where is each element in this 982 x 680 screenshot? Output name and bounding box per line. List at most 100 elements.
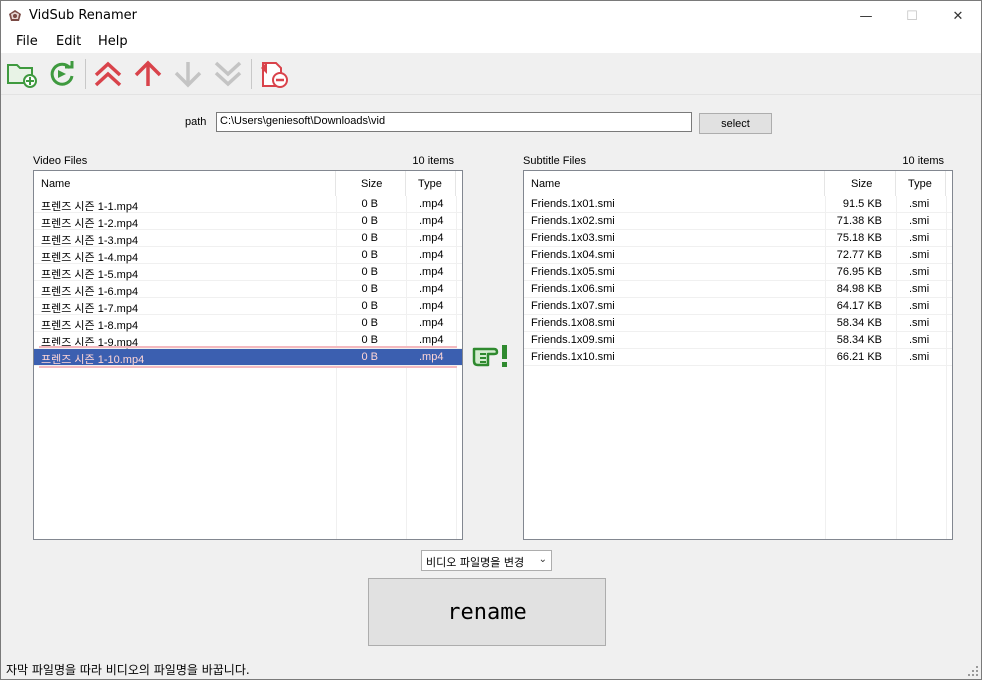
path-label: path <box>185 116 207 128</box>
file-name-cell: 프렌즈 시즌 1-2.mp4 <box>41 218 139 230</box>
file-size-cell: 0 B <box>361 300 378 312</box>
column-header-name[interactable]: Name <box>34 171 336 196</box>
table-row[interactable]: Friends.1x09.smi 58.34 KB .smi <box>524 332 952 349</box>
move-down-button[interactable] <box>171 57 205 91</box>
subtitle-files-count: 10 items <box>902 155 944 167</box>
table-row[interactable]: Friends.1x05.smi 76.95 KB .smi <box>524 264 952 281</box>
menu-edit[interactable]: Edit <box>56 34 81 49</box>
table-row[interactable]: 프렌즈 시즌 1-1.mp4 0 B .mp4 <box>34 196 462 213</box>
move-down-icon <box>174 62 202 88</box>
file-type-cell: .smi <box>909 266 930 278</box>
table-row[interactable]: 프렌즈 시즌 1-6.mp4 0 B .mp4 <box>34 281 462 298</box>
refresh-icon <box>50 61 74 86</box>
maximize-button[interactable]: ☐ <box>889 1 935 31</box>
file-type-cell: .mp4 <box>419 232 444 244</box>
menu-help[interactable]: Help <box>98 34 128 49</box>
file-type-cell: .mp4 <box>419 351 444 363</box>
column-header-type[interactable]: Type <box>896 171 946 196</box>
remove-item-icon <box>261 62 288 88</box>
file-type-cell: .smi <box>909 215 930 227</box>
file-size-cell: 0 B <box>361 334 378 346</box>
file-size-cell: 66.21 KB <box>836 351 882 363</box>
file-name-cell: Friends.1x06.smi <box>531 283 615 295</box>
file-size-cell: 0 B <box>361 351 378 363</box>
file-size-cell: 71.38 KB <box>836 215 882 227</box>
table-row[interactable]: 프렌즈 시즌 1-3.mp4 0 B .mp4 <box>34 230 462 247</box>
file-name-cell: Friends.1x04.smi <box>531 249 615 261</box>
move-bottom-icon <box>214 61 242 87</box>
rename-button[interactable]: rename <box>368 578 606 646</box>
open-folder-button[interactable] <box>5 57 39 91</box>
rename-mode-dropdown[interactable]: 비디오 파일명을 변경 ⌄ <box>421 550 552 571</box>
refresh-button[interactable] <box>45 57 79 91</box>
table-row[interactable]: Friends.1x03.smi 75.18 KB .smi <box>524 230 952 247</box>
file-type-cell: .smi <box>909 300 930 312</box>
file-type-cell: .smi <box>909 283 930 295</box>
table-row[interactable]: 프렌즈 시즌 1-10.mp4 0 B .mp4 <box>34 346 462 368</box>
file-name-cell: 프렌즈 시즌 1-5.mp4 <box>41 269 139 281</box>
table-row[interactable]: Friends.1x06.smi 84.98 KB .smi <box>524 281 952 298</box>
table-row[interactable]: 프렌즈 시즌 1-7.mp4 0 B .mp4 <box>34 298 462 315</box>
file-name-cell: 프렌즈 시즌 1-3.mp4 <box>41 235 139 247</box>
file-size-cell: 76.95 KB <box>836 266 882 278</box>
subtitle-file-list[interactable]: Name Size Type Friends.1x01.smi 91.5 KB .s… <box>523 170 953 540</box>
video-file-list[interactable]: Name Size Type 프렌즈 시즌 1-1.mp4 0 B .mp4 프렌즈 … <box>33 170 463 540</box>
file-size-cell: 0 B <box>361 249 378 261</box>
table-row[interactable]: 프렌즈 시즌 1-2.mp4 0 B .mp4 <box>34 213 462 230</box>
file-name-cell: Friends.1x08.smi <box>531 317 615 329</box>
path-input[interactable]: C:\Users\geniesoft\Downloads\vid <box>216 112 692 132</box>
table-row[interactable]: Friends.1x08.smi 58.34 KB .smi <box>524 315 952 332</box>
close-button[interactable]: ✕ <box>935 1 981 31</box>
file-type-cell: .mp4 <box>419 334 444 346</box>
video-files-count: 10 items <box>412 155 454 167</box>
file-name-cell: Friends.1x01.smi <box>531 198 615 210</box>
column-header-name[interactable]: Name <box>524 171 825 196</box>
table-row[interactable]: 프렌즈 시즌 1-5.mp4 0 B .mp4 <box>34 264 462 281</box>
file-type-cell: .mp4 <box>419 300 444 312</box>
file-name-cell: Friends.1x02.smi <box>531 215 615 227</box>
file-name-cell: 프렌즈 시즌 1-4.mp4 <box>41 252 139 264</box>
table-row[interactable]: 프렌즈 시즌 1-8.mp4 0 B .mp4 <box>34 315 462 332</box>
title-bar[interactable]: VidSub Renamer — ☐ ✕ <box>1 1 981 31</box>
subtitle-files-label: Subtitle Files <box>523 155 586 167</box>
chevron-down-icon: ⌄ <box>538 554 547 565</box>
rename-mode-value: 비디오 파일명을 변경 <box>426 556 525 569</box>
file-name-cell: Friends.1x09.smi <box>531 334 615 346</box>
move-up-button[interactable] <box>131 57 165 91</box>
resize-grip-icon[interactable] <box>968 666 978 676</box>
pointing-hand-icon <box>472 345 507 367</box>
move-top-button[interactable] <box>91 57 125 91</box>
file-size-cell: 0 B <box>361 317 378 329</box>
move-bottom-button[interactable] <box>211 57 245 91</box>
table-row[interactable]: Friends.1x10.smi 66.21 KB .smi <box>524 349 952 366</box>
column-header-size[interactable]: Size <box>336 171 406 196</box>
file-name-cell: Friends.1x10.smi <box>531 351 615 363</box>
table-row[interactable]: Friends.1x01.smi 91.5 KB .smi <box>524 196 952 213</box>
status-bar: 자막 파일명을 따라 비디오의 파일명을 바꿉니다. <box>1 657 981 679</box>
select-folder-button[interactable]: select <box>699 113 772 134</box>
file-name-cell: 프렌즈 시즌 1-8.mp4 <box>41 320 139 332</box>
minimize-button[interactable]: — <box>843 1 889 31</box>
video-files-label: Video Files <box>33 155 88 167</box>
file-size-cell: 0 B <box>361 198 378 210</box>
menu-file[interactable]: File <box>16 34 38 49</box>
table-row[interactable]: Friends.1x07.smi 64.17 KB .smi <box>524 298 952 315</box>
table-row[interactable]: Friends.1x02.smi 71.38 KB .smi <box>524 213 952 230</box>
file-type-cell: .smi <box>909 334 930 346</box>
remove-item-button[interactable] <box>257 57 291 91</box>
file-name-cell: 프렌즈 시즌 1-7.mp4 <box>41 303 139 315</box>
column-header-size[interactable]: Size <box>825 171 896 196</box>
table-row[interactable]: 프렌즈 시즌 1-4.mp4 0 B .mp4 <box>34 247 462 264</box>
file-size-cell: 72.77 KB <box>836 249 882 261</box>
file-size-cell: 0 B <box>361 283 378 295</box>
file-type-cell: .mp4 <box>419 215 444 227</box>
file-type-cell: .smi <box>909 232 930 244</box>
app-window: VidSub Renamer — ☐ ✕ File Edit Help path… <box>0 0 982 680</box>
file-type-cell: .mp4 <box>419 249 444 261</box>
file-type-cell: .smi <box>909 249 930 261</box>
file-size-cell: 0 B <box>361 215 378 227</box>
table-row[interactable]: Friends.1x04.smi 72.77 KB .smi <box>524 247 952 264</box>
toolbar <box>1 53 981 95</box>
column-header-type[interactable]: Type <box>406 171 456 196</box>
file-name-cell: 프렌즈 시즌 1-1.mp4 <box>41 201 139 213</box>
